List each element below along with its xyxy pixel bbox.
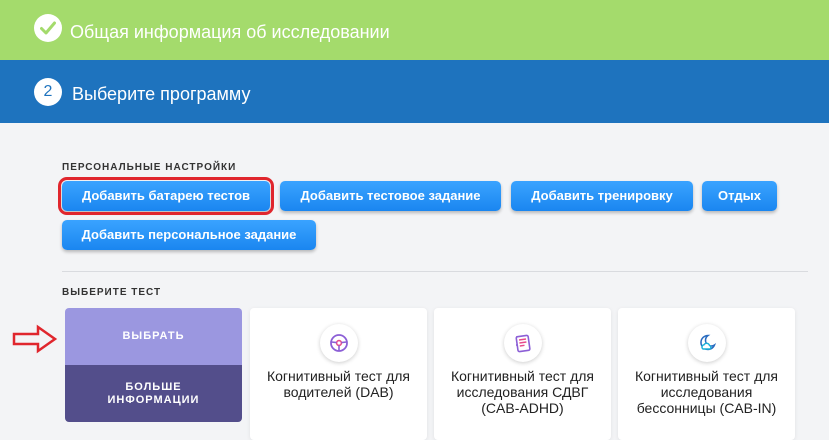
- choose-test-label: ВЫБЕРИТЕ ТЕСТ: [62, 287, 162, 298]
- notebook-icon: [504, 324, 542, 362]
- arrow-right-icon: [12, 324, 58, 354]
- section-divider: [62, 271, 808, 272]
- check-icon: [34, 14, 62, 42]
- test-card-dab[interactable]: Когнитивный тест для водителей (DAB): [250, 308, 427, 440]
- step-1-title: Общая информация об исследовании: [70, 22, 390, 42]
- test-card-cab-in[interactable]: Когнитивный тест для исследования бессон…: [618, 308, 795, 440]
- test-card-title-line: Когнитивный тест для: [266, 368, 411, 384]
- select-test-button[interactable]: ВЫБРАТЬ: [65, 308, 242, 365]
- personal-settings-label: ПЕРСОНАЛЬНЫЕ НАСТРОЙКИ: [62, 162, 237, 173]
- step-number-badge: 2: [34, 78, 62, 106]
- more-info-line-1: БОЛЬШЕ: [125, 381, 182, 393]
- step-1-header[interactable]: Общая информация об исследовании: [0, 0, 829, 60]
- test-card-hover-overlay: ВЫБРАТЬ БОЛЬШЕ ИНФОРМАЦИИ: [65, 308, 242, 422]
- add-test-task-button[interactable]: Добавить тестовое задание: [280, 181, 501, 211]
- test-card-title: Когнитивный тест для водителей (DAB): [252, 368, 425, 400]
- more-info-button[interactable]: БОЛЬШЕ ИНФОРМАЦИИ: [65, 365, 242, 422]
- moon-cloud-icon: [688, 324, 726, 362]
- rest-button[interactable]: Отдых: [702, 181, 777, 211]
- test-card-title-line: бессонницы (CAB-IN): [636, 400, 777, 416]
- steering-wheel-icon: [320, 324, 358, 362]
- test-card-title-line: Когнитивный тест для: [450, 368, 595, 384]
- more-info-line-2: ИНФОРМАЦИИ: [107, 394, 200, 406]
- test-card-title-line: Когнитивный тест для: [634, 368, 779, 384]
- step-2-title: Выберите программу: [72, 84, 251, 104]
- add-personal-task-button[interactable]: Добавить персональное задание: [62, 220, 316, 250]
- test-card-title-line: исследования: [660, 384, 753, 400]
- step-2-header[interactable]: 2 Выберите программу: [0, 60, 829, 123]
- test-card-title: Когнитивный тест для исследования СДВГ (…: [436, 368, 609, 416]
- test-card-title-line: исследования СДВГ: [456, 384, 589, 400]
- test-card-cab-adhd[interactable]: Когнитивный тест для исследования СДВГ (…: [434, 308, 611, 440]
- add-test-battery-button[interactable]: Добавить батарею тестов: [58, 177, 274, 215]
- add-training-button[interactable]: Добавить тренировку: [511, 181, 693, 211]
- test-card-title-line: водителей (DAB): [283, 384, 394, 400]
- test-card-title: Когнитивный тест для исследования бессон…: [620, 368, 793, 416]
- test-card-title-line: (CAB-ADHD): [481, 400, 564, 416]
